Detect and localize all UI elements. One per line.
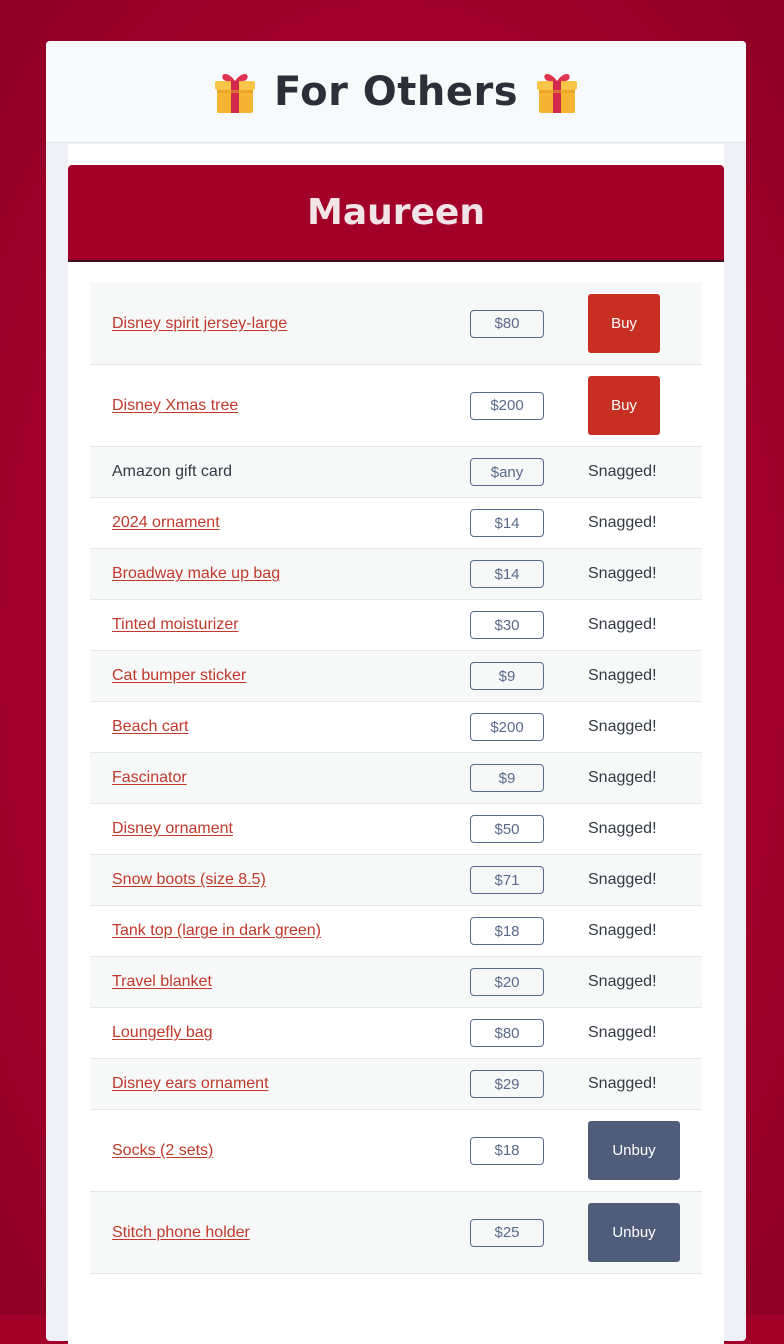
gift-icon xyxy=(537,73,578,113)
unbuy-button[interactable]: Unbuy xyxy=(588,1203,680,1262)
price-badge: $80 xyxy=(470,309,544,338)
price-badge: $9 xyxy=(470,662,544,690)
item-link[interactable]: Disney Xmas tree xyxy=(112,397,238,415)
item-link[interactable]: Stitch phone holder xyxy=(112,1224,250,1242)
snagged-status: Snagged! xyxy=(588,463,657,480)
gift-icon xyxy=(214,73,255,113)
item-link[interactable]: Tank top (large in dark green) xyxy=(112,922,321,940)
item-link[interactable]: Fascinator xyxy=(112,769,187,787)
price-badge: $71 xyxy=(470,866,544,894)
list-item: Broadway make up bag $14 Snagged! xyxy=(90,549,702,600)
person-banner: Maureen xyxy=(68,165,724,262)
price-badge: $80 xyxy=(470,1019,544,1047)
item-link[interactable]: Disney spirit jersey-large xyxy=(112,315,287,333)
snagged-status: Snagged! xyxy=(588,616,657,633)
price-badge: $14 xyxy=(470,509,544,537)
list-item: Disney Xmas tree $200 Buy xyxy=(90,365,702,447)
snagged-status: Snagged! xyxy=(588,565,657,582)
price-badge: $200 xyxy=(470,391,544,420)
main-card: For Others Maureen Disney spirit jersey-… xyxy=(46,41,746,1344)
page-title: For Others xyxy=(273,68,519,115)
price-badge: $18 xyxy=(470,917,544,945)
item-link[interactable]: Socks (2 sets) xyxy=(112,1142,213,1160)
list-item: Amazon gift card $any Snagged! xyxy=(90,447,702,498)
snagged-status: Snagged! xyxy=(588,769,657,786)
item-link[interactable]: 2024 ornament xyxy=(112,514,220,532)
price-badge: $14 xyxy=(470,560,544,588)
list-item: Socks (2 sets) $18 Unbuy xyxy=(90,1110,702,1192)
price-badge: $18 xyxy=(470,1136,544,1165)
snagged-status: Snagged! xyxy=(588,973,657,990)
snagged-status: Snagged! xyxy=(588,1024,657,1041)
list-item: Tinted moisturizer $30 Snagged! xyxy=(90,600,702,651)
snagged-status: Snagged! xyxy=(588,667,657,684)
item-link[interactable]: Disney ears ornament xyxy=(112,1075,269,1093)
buy-button[interactable]: Buy xyxy=(588,294,660,353)
page-header: For Others xyxy=(46,41,746,143)
item-link[interactable]: Loungefly bag xyxy=(112,1024,213,1042)
price-badge: $29 xyxy=(470,1070,544,1098)
item-link[interactable]: Travel blanket xyxy=(112,973,212,991)
item-link[interactable]: Broadway make up bag xyxy=(112,565,280,583)
list-item: Disney ornament $50 Snagged! xyxy=(90,804,702,855)
price-badge: $9 xyxy=(470,764,544,792)
item-link[interactable]: Tinted moisturizer xyxy=(112,616,239,634)
item-link[interactable]: Snow boots (size 8.5) xyxy=(112,871,266,889)
snagged-status: Snagged! xyxy=(588,1075,657,1092)
snagged-status: Snagged! xyxy=(588,820,657,837)
price-badge: $any xyxy=(470,458,544,486)
list-item: 2024 ornament $14 Snagged! xyxy=(90,498,702,549)
price-badge: $25 xyxy=(470,1218,544,1247)
buy-button[interactable]: Buy xyxy=(588,376,660,435)
list-item: Fascinator $9 Snagged! xyxy=(90,753,702,804)
list-item: Disney ears ornament $29 Snagged! xyxy=(90,1059,702,1110)
list-item: Travel blanket $20 Snagged! xyxy=(90,957,702,1008)
snagged-status: Snagged! xyxy=(588,922,657,939)
item-list: Disney spirit jersey-large $80 Buy Disney X… xyxy=(90,283,702,1274)
price-badge: $50 xyxy=(470,815,544,843)
snagged-status: Snagged! xyxy=(588,718,657,735)
snagged-status: Snagged! xyxy=(588,514,657,531)
item-link[interactable]: Beach cart xyxy=(112,718,188,736)
list-item: Stitch phone holder $25 Unbuy xyxy=(90,1192,702,1274)
person-name: Maureen xyxy=(307,192,485,233)
wishlist-panel: Maureen Disney spirit jersey-large $80 Buy… xyxy=(68,144,724,1344)
list-item: Tank top (large in dark green) $18 Snagged… xyxy=(90,906,702,957)
list-item: Loungefly bag $80 Snagged! xyxy=(90,1008,702,1059)
list-item: Cat bumper sticker $9 Snagged! xyxy=(90,651,702,702)
item-link[interactable]: Cat bumper sticker xyxy=(112,667,246,685)
item-name: Amazon gift card xyxy=(112,463,233,480)
price-badge: $30 xyxy=(470,611,544,639)
item-link[interactable]: Disney ornament xyxy=(112,820,233,838)
list-item: Beach cart $200 Snagged! xyxy=(90,702,702,753)
unbuy-button[interactable]: Unbuy xyxy=(588,1121,680,1180)
price-badge: $200 xyxy=(470,713,544,741)
list-item: Snow boots (size 8.5) $71 Snagged! xyxy=(90,855,702,906)
price-badge: $20 xyxy=(470,968,544,996)
snagged-status: Snagged! xyxy=(588,871,657,888)
list-item: Disney spirit jersey-large $80 Buy xyxy=(90,283,702,365)
